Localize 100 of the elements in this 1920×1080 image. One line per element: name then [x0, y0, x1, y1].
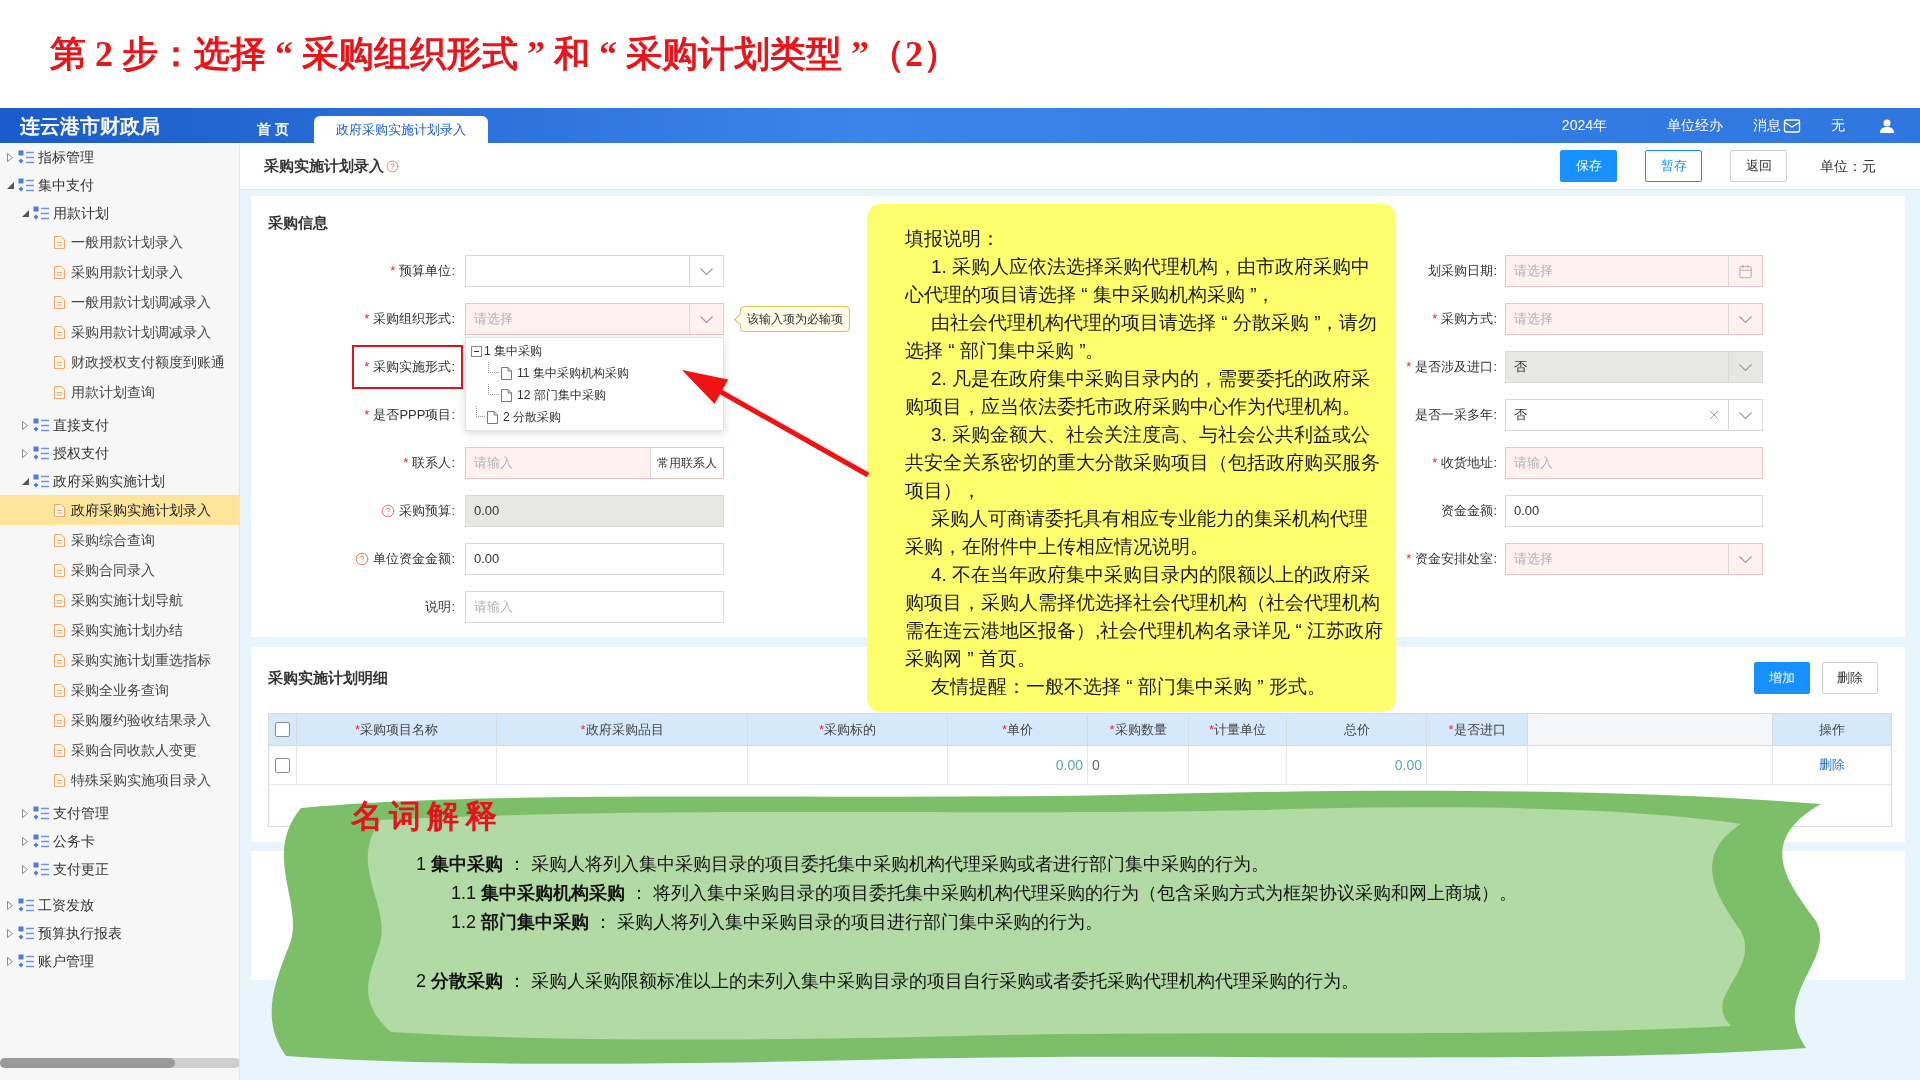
caret-right-icon[interactable]: [7, 928, 13, 938]
sidebar-item[interactable]: 采购合同收款人变更: [0, 735, 239, 765]
note-title: 填报说明：: [905, 227, 1001, 251]
select-field[interactable]: [465, 255, 724, 287]
sidebar-item[interactable]: 采购实施计划办结: [0, 615, 239, 645]
dropdown-option[interactable]: 1 集中采购: [484, 341, 548, 361]
caret-right-icon[interactable]: [7, 152, 13, 162]
calendar-icon: [1738, 263, 1753, 279]
sidebar-group[interactable]: 公务卡: [33, 829, 99, 853]
role-switcher[interactable]: 单位经办: [1667, 115, 1723, 136]
sidebar-group[interactable]: 用款计划: [33, 201, 113, 225]
tree-list-icon: [18, 925, 34, 941]
tree-list-icon: [18, 149, 34, 165]
sidebar-item[interactable]: 采购综合查询: [0, 525, 239, 555]
tree-list-icon: [33, 417, 49, 433]
caret-right-icon[interactable]: [22, 864, 28, 874]
glossary-title: 名词解释: [351, 797, 503, 836]
tree-list-icon: [33, 805, 49, 821]
sidebar-group[interactable]: 政府采购实施计划: [33, 469, 169, 493]
input-field[interactable]: 请输入 常用联系人: [465, 447, 724, 479]
column-header: *采购数量: [1109, 720, 1167, 739]
chevron-down-icon: [1739, 363, 1752, 371]
caret-down-icon[interactable]: [21, 477, 29, 485]
glossary-entry: 1.1 集中采购机构采购 ： 将列入集中采购目录的项目委托集中采购机构代理采购的行为（包含采购方式为框架协议采购和网上商城）。: [451, 882, 1518, 905]
unit-label: 单位：元: [1820, 156, 1876, 176]
table-action-button[interactable]: 删除: [1822, 662, 1878, 694]
sidebar-item[interactable]: 特殊采购实施项目录入: [0, 765, 239, 795]
document-icon: [54, 623, 65, 637]
contacts-button[interactable]: 常用联系人: [650, 448, 723, 478]
dropdown-option[interactable]: 2 分散采购: [487, 407, 567, 427]
tree-list-icon: [33, 205, 49, 221]
sidebar-item[interactable]: 用款计划查询: [0, 377, 239, 407]
user-icon[interactable]: [1880, 118, 1894, 133]
file-icon: [501, 388, 512, 402]
help-icon[interactable]: [386, 159, 399, 173]
sidebar-group[interactable]: 授权支付: [33, 441, 113, 465]
minus-box-icon[interactable]: [471, 345, 482, 357]
sidebar-item[interactable]: 采购实施计划导航: [0, 585, 239, 615]
caret-right-icon[interactable]: [7, 900, 13, 910]
sidebar-group[interactable]: 工资发放: [18, 893, 98, 917]
field-label: * 采购实施形式:: [364, 358, 455, 377]
sidebar-group[interactable]: 指标管理: [18, 145, 98, 169]
horizontal-scrollbar[interactable]: [0, 1058, 239, 1068]
document-icon: [54, 653, 65, 667]
checkbox[interactable]: [275, 722, 290, 737]
caret-down-icon[interactable]: [6, 181, 14, 189]
nav-tab[interactable]: 政府采购实施计划录入: [314, 116, 488, 143]
dropdown-option[interactable]: 11 集中采购机构采购: [501, 363, 635, 383]
sidebar-group[interactable]: 集中支付: [18, 173, 98, 197]
caret-right-icon[interactable]: [22, 836, 28, 846]
dropdown-option[interactable]: 12 部门集中采购: [501, 385, 612, 405]
checkbox[interactable]: [275, 757, 290, 773]
table-cell-text: 0.00: [1394, 755, 1422, 775]
note-paragraph: 1. 采购人应依法选择采购代理机构，由市政府采购中心代理的项目请选择 “ 集中采购机构采购 ”，: [905, 255, 1372, 307]
chevron-down-icon: [1739, 315, 1752, 323]
field-label: * 资金安排处室:: [1406, 550, 1497, 569]
field-label: * 联系人:: [403, 454, 455, 473]
sidebar-item[interactable]: 采购合同录入: [0, 555, 239, 585]
field-label: * 采购组织形式:: [364, 310, 455, 329]
document-icon: [54, 773, 65, 787]
sidebar-group[interactable]: 支付管理: [33, 801, 113, 825]
sidebar-group[interactable]: 支付更正: [33, 857, 113, 881]
sidebar-item[interactable]: 采购用款计划录入: [0, 257, 239, 287]
document-icon: [54, 385, 65, 399]
toolbar-button[interactable]: 返回: [1730, 150, 1787, 182]
delete-link[interactable]: 删除: [1819, 755, 1845, 775]
input-field[interactable]: 0.00: [1505, 495, 1763, 527]
note-paragraph: 由社会代理机构代理的项目请选择 “ 分散采购 ”，请勿选择 “ 部门集中采购 ”。: [905, 311, 1379, 363]
document-icon: [54, 593, 65, 607]
caret-right-icon[interactable]: [22, 448, 28, 458]
sidebar-group[interactable]: 直接支付: [33, 413, 113, 437]
caret-right-icon[interactable]: [7, 956, 13, 966]
chevron-down-icon: [1739, 411, 1752, 419]
sidebar-item[interactable]: 采购用款计划调减录入: [0, 317, 239, 347]
sidebar-group[interactable]: 账户管理: [18, 949, 98, 973]
sidebar-item[interactable]: 一般用款计划录入: [0, 227, 239, 257]
document-icon: [54, 503, 65, 517]
help-icon[interactable]: [355, 552, 370, 566]
sidebar-item[interactable]: 财政授权支付额度到账通: [0, 347, 239, 377]
sidebar-item[interactable]: 政府采购实施计划录入: [0, 495, 239, 525]
sidebar-group[interactable]: 预算执行报表: [18, 921, 126, 945]
messages-button[interactable]: 消息: [1753, 115, 1801, 136]
tree-list-icon: [18, 897, 34, 913]
nav-tab[interactable]: 首页: [245, 116, 305, 143]
caret-right-icon[interactable]: [22, 420, 28, 430]
sidebar-item[interactable]: 采购履约验收结果录入: [0, 705, 239, 735]
input-field[interactable]: 0.00: [465, 543, 724, 575]
year-selector[interactable]: 2024年: [1561, 115, 1607, 136]
glossary-entry: 1.2 部门集中采购 ： 采购人将列入集中采购目录的项目进行部门集中采购的行为。: [451, 911, 1104, 934]
sidebar-item[interactable]: 一般用款计划调减录入: [0, 287, 239, 317]
glossary-entry: 2 分散采购 ： 采购人采购限额标准以上的未列入集中采购目录的项目自行采购或者委托采购代理机构代理采购的行为。: [416, 970, 1360, 993]
slide-title: 第 2 步：选择 “ 采购组织形式 ” 和 “ 采购计划类型 ”（2）: [50, 33, 959, 76]
caret-right-icon[interactable]: [22, 808, 28, 818]
document-icon: [54, 235, 65, 249]
sidebar-item[interactable]: 采购全业务查询: [0, 675, 239, 705]
tree-list-icon: [33, 473, 49, 489]
select-field[interactable]: 否: [1505, 399, 1763, 431]
caret-down-icon[interactable]: [21, 209, 29, 217]
sidebar-item[interactable]: 采购实施计划重选指标: [0, 645, 239, 675]
field-label: 采购预算:: [399, 502, 455, 521]
